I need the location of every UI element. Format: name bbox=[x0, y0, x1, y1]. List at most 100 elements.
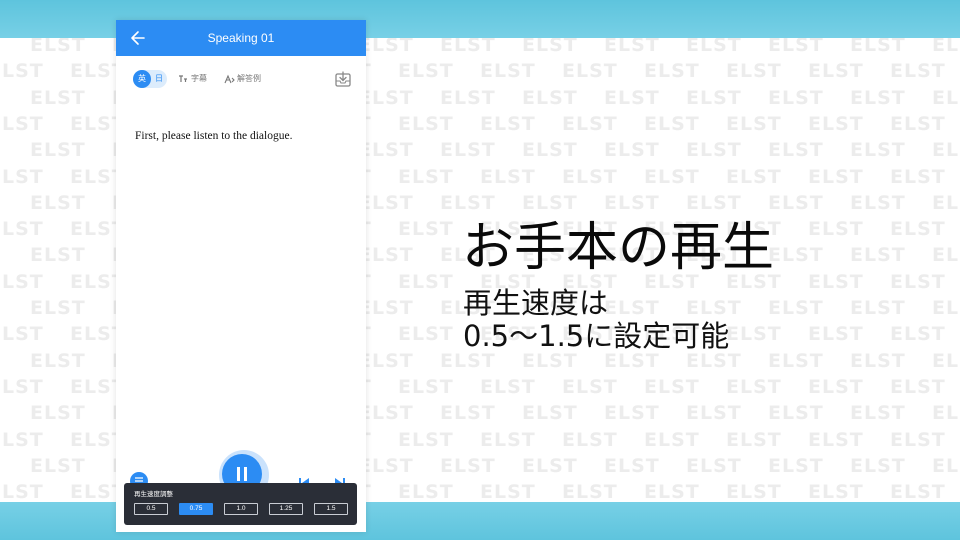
watermark-text: ELST bbox=[890, 481, 946, 502]
watermark-text: ELST bbox=[850, 86, 906, 109]
subtitle-label: 字幕 bbox=[191, 74, 207, 83]
watermark-text: ELST bbox=[398, 112, 454, 135]
watermark-text: ELST bbox=[604, 454, 660, 477]
subtitle-icon bbox=[179, 75, 187, 82]
watermark-text: ELST bbox=[358, 38, 414, 56]
watermark-text: ELST bbox=[440, 402, 496, 425]
answer-example-icon bbox=[224, 74, 235, 84]
watermark-text: ELST bbox=[726, 375, 782, 398]
watermark-text: ELST bbox=[440, 86, 496, 109]
speed-option-0.75[interactable]: 0.75 bbox=[179, 503, 213, 515]
subtitle-toggle[interactable]: 字幕 bbox=[178, 72, 218, 86]
watermark-text: ELST bbox=[30, 191, 86, 214]
watermark-text: ELST bbox=[932, 349, 960, 372]
watermark-text: ELST bbox=[890, 270, 946, 293]
watermark-text: ELST bbox=[808, 481, 864, 502]
watermark-text: ELST bbox=[440, 139, 496, 162]
watermark-text: ELST bbox=[932, 139, 960, 162]
watermark-text: ELST bbox=[686, 402, 742, 425]
watermark-text: ELST bbox=[0, 112, 44, 135]
watermark-text: ELST bbox=[358, 349, 414, 372]
watermark-text: ELST bbox=[30, 454, 86, 477]
pause-icon bbox=[237, 467, 240, 481]
watermark-text: ELST bbox=[480, 428, 536, 451]
watermark-text: ELST bbox=[562, 112, 618, 135]
speed-option-1.25[interactable]: 1.25 bbox=[269, 503, 303, 515]
watermark-text: ELST bbox=[890, 323, 946, 346]
watermark-text: ELST bbox=[768, 86, 824, 109]
watermark-text: ELST bbox=[932, 244, 960, 267]
watermark-text: ELST bbox=[440, 454, 496, 477]
watermark-text: ELST bbox=[686, 139, 742, 162]
watermark-text: ELST bbox=[398, 218, 454, 241]
speed-option-1.0[interactable]: 1.0 bbox=[224, 503, 258, 515]
watermark-text: ELST bbox=[808, 375, 864, 398]
watermark-text: ELST bbox=[398, 270, 454, 293]
back-button[interactable] bbox=[128, 28, 150, 48]
answer-example-toggle[interactable]: 解答例 bbox=[224, 72, 274, 86]
watermark-text: ELST bbox=[644, 165, 700, 188]
watermark-text: ELST bbox=[562, 165, 618, 188]
watermark-text: ELST bbox=[932, 191, 960, 214]
watermark-text: ELST bbox=[604, 139, 660, 162]
watermark-text: ELST bbox=[0, 165, 44, 188]
speed-option-0.5[interactable]: 0.5 bbox=[134, 503, 168, 515]
caption-subtext-line1: 再生速度は bbox=[463, 286, 609, 320]
watermark-text: ELST bbox=[604, 86, 660, 109]
lang-en-option[interactable]: 英 bbox=[133, 70, 151, 88]
watermark-text: ELST bbox=[0, 428, 44, 451]
watermark-text: ELST bbox=[686, 86, 742, 109]
watermark-text: ELST bbox=[932, 454, 960, 477]
watermark-text: ELST bbox=[932, 402, 960, 425]
caption-subtext-line2: 0.5〜1.5に設定可能 bbox=[463, 319, 730, 353]
watermark-text: ELST bbox=[686, 191, 742, 214]
watermark-text: ELST bbox=[890, 112, 946, 135]
watermark-text: ELST bbox=[726, 481, 782, 502]
watermark-text: ELST bbox=[768, 454, 824, 477]
watermark-text: ELST bbox=[440, 191, 496, 214]
watermark-text: ELST bbox=[480, 112, 536, 135]
watermark-text: ELST bbox=[480, 481, 536, 502]
watermark-text: ELST bbox=[358, 139, 414, 162]
watermark-text: ELST bbox=[30, 38, 86, 56]
lang-ja-option[interactable]: 日 bbox=[151, 70, 167, 88]
watermark-text: ELST bbox=[30, 86, 86, 109]
watermark-text: ELST bbox=[644, 428, 700, 451]
toolbar: 英 日 字幕 解答例 bbox=[116, 68, 366, 92]
watermark-text: ELST bbox=[30, 244, 86, 267]
watermark-text: ELST bbox=[644, 60, 700, 83]
watermark-text: ELST bbox=[562, 481, 618, 502]
watermark-text: ELST bbox=[0, 375, 44, 398]
language-toggle[interactable]: 英 日 bbox=[133, 70, 167, 88]
answer-example-label: 解答例 bbox=[237, 74, 261, 83]
watermark-text: ELST bbox=[726, 112, 782, 135]
watermark-text: ELST bbox=[890, 375, 946, 398]
watermark-text: ELST bbox=[398, 60, 454, 83]
pause-icon-bar bbox=[244, 467, 247, 481]
watermark-text: ELST bbox=[644, 375, 700, 398]
watermark-text: ELST bbox=[644, 112, 700, 135]
watermark-text: ELST bbox=[398, 165, 454, 188]
watermark-text: ELST bbox=[30, 402, 86, 425]
watermark-text: ELST bbox=[522, 454, 578, 477]
watermark-text: ELST bbox=[686, 454, 742, 477]
watermark-text: ELST bbox=[358, 297, 414, 319]
watermark-text: ELST bbox=[358, 244, 414, 267]
watermark-text: ELST bbox=[562, 428, 618, 451]
speed-option-1.5[interactable]: 1.5 bbox=[314, 503, 348, 515]
watermark-text: ELST bbox=[890, 165, 946, 188]
watermark-text: ELST bbox=[808, 60, 864, 83]
watermark-text: ELST bbox=[30, 349, 86, 372]
watermark-text: ELST bbox=[358, 402, 414, 425]
download-button[interactable] bbox=[334, 70, 352, 88]
watermark-text: ELST bbox=[768, 191, 824, 214]
watermark-text: ELST bbox=[932, 297, 960, 319]
arrow-left-icon bbox=[131, 31, 145, 45]
watermark-text: ELST bbox=[480, 165, 536, 188]
watermark-text: ELST bbox=[604, 191, 660, 214]
watermark-text: ELST bbox=[522, 86, 578, 109]
watermark-text: ELST bbox=[932, 38, 960, 56]
speed-panel-title: 再生速度調整 bbox=[134, 490, 173, 498]
watermark-text: ELST bbox=[726, 165, 782, 188]
watermark-text: ELST bbox=[0, 218, 44, 241]
